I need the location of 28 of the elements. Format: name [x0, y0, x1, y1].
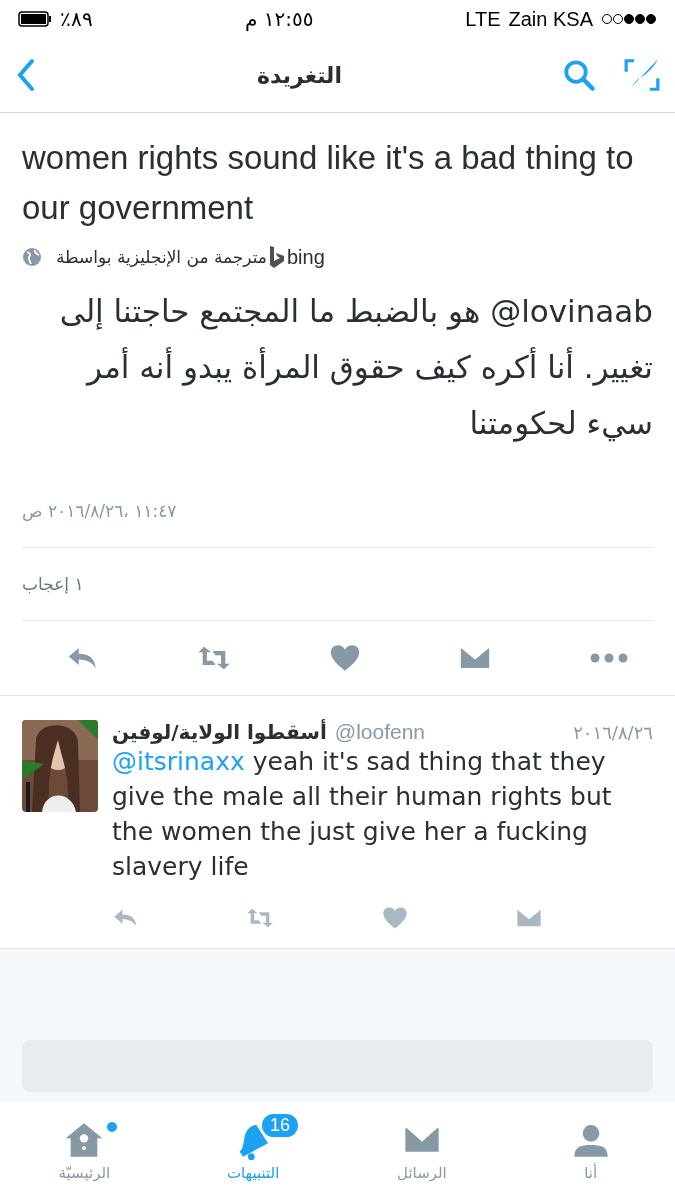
author-handle[interactable]: @loofenn: [334, 720, 426, 744]
reply-text: @itsrinaxx yeah it's sad thing that they give the male all their human rights but the women the just give her a fucking slavery life: [112, 746, 613, 883]
tab-label[interactable]: أنا: [584, 1164, 598, 1182]
tweet-timestamp: ١١:٤٧ ،٢٠١٦/٨/٢٦ ص: [22, 501, 177, 521]
translated-tweet-text: lovinaab@ هو بالضبط ما المجتمع حاجتنا إلى تغيير. أنا أكره كيف حقوق المرأة يبدو أنه أمر سيء لحكومتنا: [58, 292, 653, 444]
more-icon[interactable]: [589, 653, 629, 663]
status-time: ١٢:٥٥ م: [244, 7, 314, 31]
signal-icon: [601, 13, 657, 25]
carrier-name: Zain KSA: [508, 7, 593, 31]
author-name[interactable]: أسقطوا الولاية/لوفين: [112, 720, 327, 744]
globe-icon: [22, 247, 42, 267]
battery-icon: [18, 11, 52, 27]
tab-label[interactable]: الرئيسيّة: [58, 1164, 111, 1182]
bing-logo-icon: [269, 245, 285, 269]
network-type: LTE: [465, 7, 501, 31]
translation-label: مترجمة من الإنجليزية بواسطة: [56, 247, 267, 267]
notification-count: 16: [260, 1112, 301, 1139]
likes-count[interactable]: ١ إعجاب: [22, 574, 84, 594]
tweet-text: women rights sound like it's a bad thing to our government: [22, 138, 635, 228]
battery-percent: ٪٨٩: [60, 7, 93, 31]
compose-icon[interactable]: [623, 56, 661, 94]
mention-link[interactable]: @itsrinaxx: [112, 747, 245, 776]
translation-provider[interactable]: bing: [287, 245, 325, 269]
reply-date: ٢٠١٦/٨/٢٦: [573, 721, 653, 743]
page-title: التغريدة: [257, 62, 342, 88]
tab-label[interactable]: التنبيهات: [226, 1164, 280, 1182]
search-icon[interactable]: [561, 57, 597, 93]
tab-label[interactable]: الرسائل: [397, 1164, 447, 1182]
